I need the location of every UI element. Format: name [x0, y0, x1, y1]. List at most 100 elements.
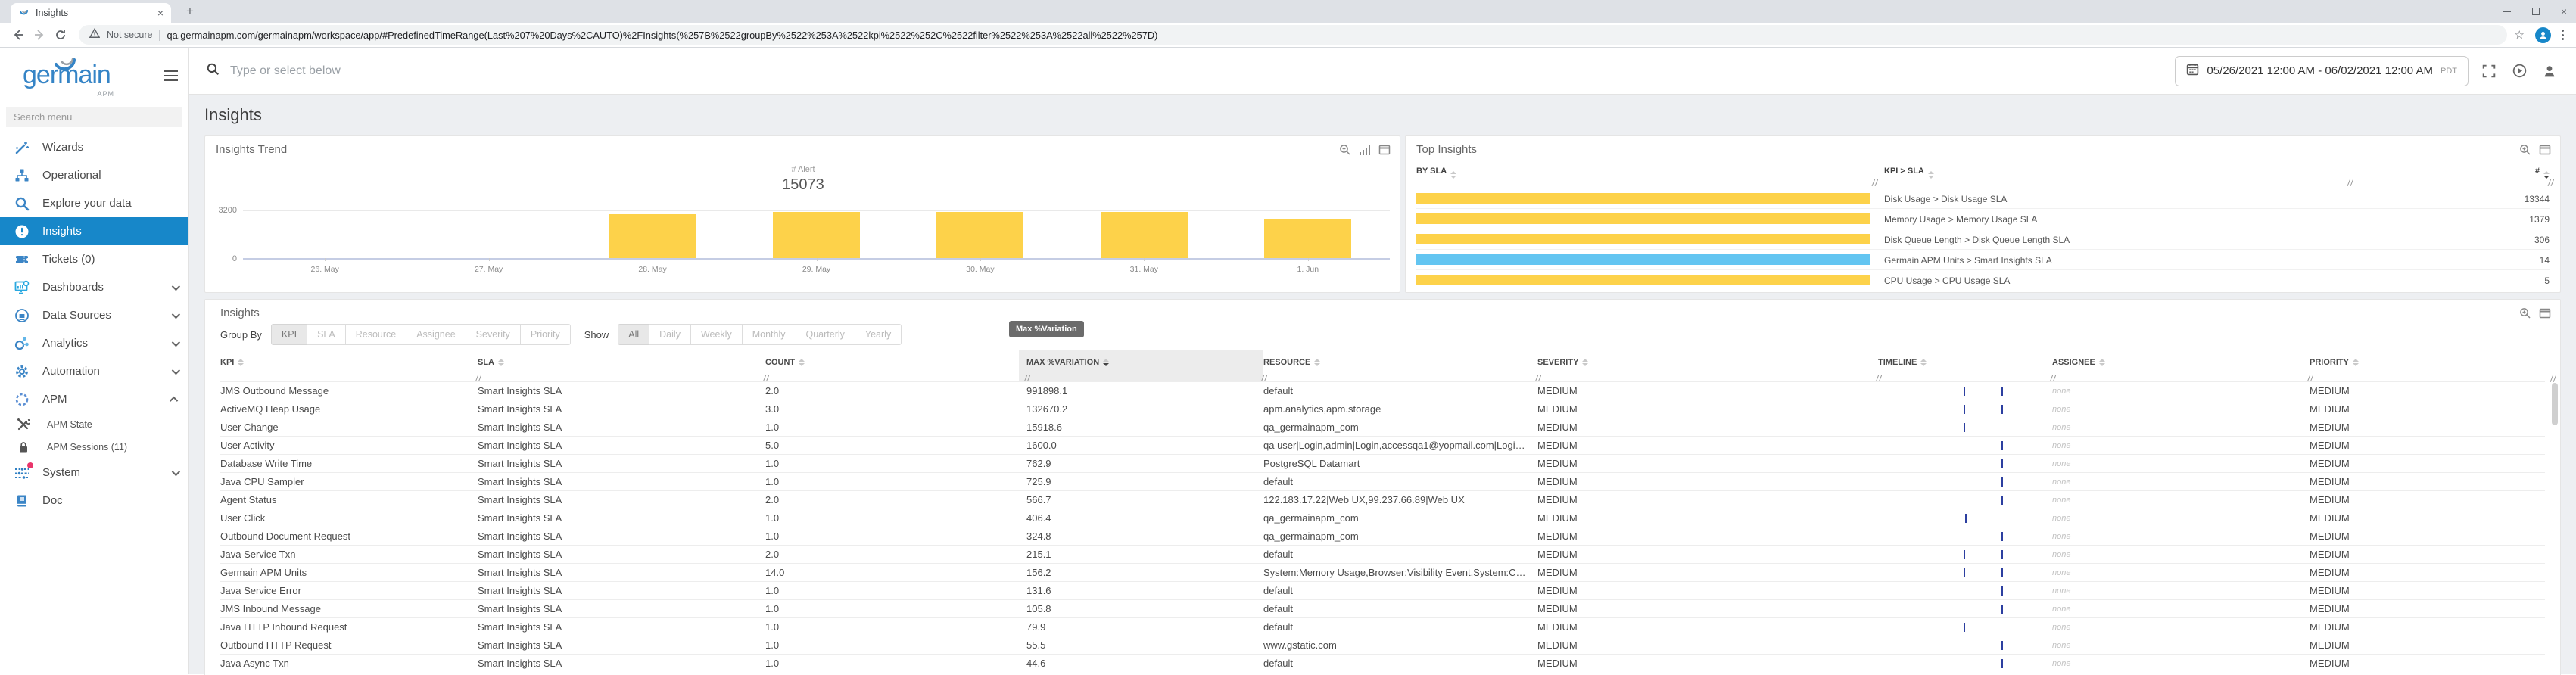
timeline-cell[interactable] — [1878, 509, 2052, 527]
sla-bar[interactable] — [1416, 193, 1870, 204]
timeline-cell[interactable] — [1878, 400, 2052, 418]
table-row[interactable]: Germain APM UnitsSmart Insights SLA14.01… — [220, 563, 2545, 581]
trend-bar-28-may[interactable] — [609, 214, 696, 258]
table-row[interactable]: User ClickSmart Insights SLA1.0406.4qa_g… — [220, 509, 2545, 527]
global-search-input[interactable] — [230, 64, 2164, 78]
table-row[interactable]: Java CPU SamplerSmart Insights SLA1.0725… — [220, 472, 2545, 490]
timeline-tick[interactable] — [2001, 496, 2003, 505]
table-row[interactable]: JMS Outbound MessageSmart Insights SLA2.… — [220, 381, 2545, 400]
table-row[interactable]: Outbound Document RequestSmart Insights … — [220, 527, 2545, 545]
timeline-tick[interactable] — [1964, 568, 1965, 577]
sort-carets-icon[interactable] — [1920, 359, 1927, 366]
new-tab-button[interactable]: + — [182, 4, 198, 19]
sidebar-item-data-sources[interactable]: Data Sources — [0, 301, 188, 329]
table-row[interactable]: User ActivitySmart Insights SLA5.01600.0… — [220, 436, 2545, 454]
timeline-cell[interactable] — [1878, 418, 2052, 436]
timeline-tick[interactable] — [2001, 641, 2003, 650]
column-header-kpi[interactable]: KPI — [220, 354, 478, 371]
trend-bar-30-may[interactable] — [936, 212, 1023, 258]
timeline-tick[interactable] — [1964, 423, 1965, 432]
group-by-button-kpi[interactable]: KPI — [271, 324, 307, 345]
sidebar-item-dashboards[interactable]: Dashboards — [0, 273, 188, 301]
timeline-tick[interactable] — [2001, 477, 2003, 487]
group-by-button-priority[interactable]: Priority — [520, 324, 571, 345]
timeline-tick[interactable] — [2001, 532, 2003, 541]
sort-carets-icon[interactable] — [238, 359, 244, 366]
assignee-cell[interactable]: none — [2052, 423, 2310, 432]
timeline-cell[interactable] — [1878, 455, 2052, 472]
sort-carets-icon[interactable] — [1582, 359, 1588, 366]
timeline-cell[interactable] — [1878, 655, 2052, 672]
timeline-tick[interactable] — [1964, 387, 1965, 396]
back-icon[interactable] — [8, 24, 29, 45]
window-minimize-button[interactable] — [2503, 11, 2511, 12]
zoom-in-icon[interactable] — [1339, 144, 1351, 156]
table-row[interactable]: Java Service ErrorSmart Insights SLA1.01… — [220, 581, 2545, 599]
sort-carets-icon[interactable] — [2099, 359, 2105, 366]
hamburger-menu-icon[interactable] — [164, 70, 178, 81]
top-insight-row[interactable]: Disk Usage > Disk Usage SLA13344 — [1416, 188, 2550, 208]
column-header-by-sla[interactable]: BY SLA — [1416, 166, 1456, 179]
assignee-cell[interactable]: none — [2052, 459, 2310, 468]
assignee-cell[interactable]: none — [2052, 605, 2310, 614]
assignee-cell[interactable]: none — [2052, 514, 2310, 523]
timeline-cell[interactable] — [1878, 491, 2052, 509]
tab-close-icon[interactable]: × — [157, 8, 164, 18]
reload-icon[interactable] — [50, 24, 71, 45]
timeline-cell[interactable] — [1878, 437, 2052, 454]
url-field[interactable]: Not secure qa.germainapm.com/germainapm/… — [79, 25, 2507, 45]
assignee-cell[interactable]: none — [2052, 477, 2310, 487]
timeline-cell[interactable] — [1878, 473, 2052, 490]
sort-carets-icon[interactable] — [1314, 359, 1320, 366]
group-by-button-assignee[interactable]: Assignee — [406, 324, 466, 345]
timeline-cell[interactable] — [1878, 636, 2052, 654]
top-insight-row[interactable]: Memory Usage > Memory Usage SLA1379 — [1416, 208, 2550, 229]
sla-bar[interactable] — [1416, 234, 1870, 244]
table-row[interactable]: Outbound HTTP RequestSmart Insights SLA1… — [220, 636, 2545, 654]
table-row[interactable]: User ChangeSmart Insights SLA1.015918.6q… — [220, 418, 2545, 436]
forward-icon[interactable] — [29, 24, 50, 45]
assignee-cell[interactable]: none — [2052, 550, 2310, 559]
zoom-in-icon[interactable] — [2519, 144, 2531, 156]
show-button-yearly[interactable]: Yearly — [855, 324, 902, 345]
sla-bar[interactable] — [1416, 254, 1870, 265]
table-row[interactable]: Database Write TimeSmart Insights SLA1.0… — [220, 454, 2545, 472]
show-button-daily[interactable]: Daily — [649, 324, 691, 345]
timeline-cell[interactable] — [1878, 382, 2052, 400]
show-button-weekly[interactable]: Weekly — [690, 324, 743, 345]
column-header-timeline[interactable]: TIMELINE — [1878, 354, 2052, 371]
zoom-in-icon[interactable] — [2519, 307, 2531, 319]
timeline-tick[interactable] — [2001, 586, 2003, 596]
sidebar-search-input[interactable] — [6, 107, 182, 127]
window-maximize-button[interactable] — [2532, 8, 2540, 15]
sort-carets-icon[interactable] — [498, 359, 504, 366]
play-icon[interactable] — [2509, 61, 2529, 81]
chart-type-icon[interactable] — [1359, 144, 1371, 156]
timeline-tick[interactable] — [2001, 405, 2003, 414]
show-button-quarterly[interactable]: Quarterly — [796, 324, 855, 345]
timeline-tick[interactable] — [1964, 623, 1965, 632]
timeline-tick[interactable] — [2001, 605, 2003, 614]
sidebar-item-wizards[interactable]: Wizards — [0, 133, 188, 161]
timeline-tick[interactable] — [2001, 659, 2003, 668]
timeline-cell[interactable] — [1878, 564, 2052, 581]
assignee-cell[interactable]: none — [2052, 623, 2310, 632]
timeline-cell[interactable] — [1878, 527, 2052, 545]
user-icon[interactable] — [2540, 61, 2559, 81]
window-icon[interactable] — [2539, 307, 2551, 319]
column-header-priority[interactable]: PRIORITY — [2310, 354, 2559, 371]
assignee-cell[interactable]: none — [2052, 387, 2310, 396]
column-header-count[interactable]: COUNT — [765, 354, 1026, 371]
bookmark-star-icon[interactable]: ☆ — [2515, 28, 2525, 42]
timeline-tick[interactable] — [1964, 550, 1965, 559]
sidebar-item-system[interactable]: System — [0, 459, 188, 487]
assignee-cell[interactable]: none — [2052, 568, 2310, 577]
column-header-resource[interactable]: RESOURCE — [1263, 354, 1537, 371]
assignee-cell[interactable]: none — [2052, 532, 2310, 541]
assignee-cell[interactable]: none — [2052, 496, 2310, 505]
timeline-tick[interactable] — [1965, 514, 1967, 523]
column-header-severity[interactable]: SEVERITY — [1537, 354, 1878, 371]
trend-bar-1-jun[interactable] — [1264, 219, 1351, 258]
trend-bar-29-may[interactable] — [773, 212, 860, 258]
table-row[interactable]: ActiveMQ Heap UsageSmart Insights SLA3.0… — [220, 400, 2545, 418]
